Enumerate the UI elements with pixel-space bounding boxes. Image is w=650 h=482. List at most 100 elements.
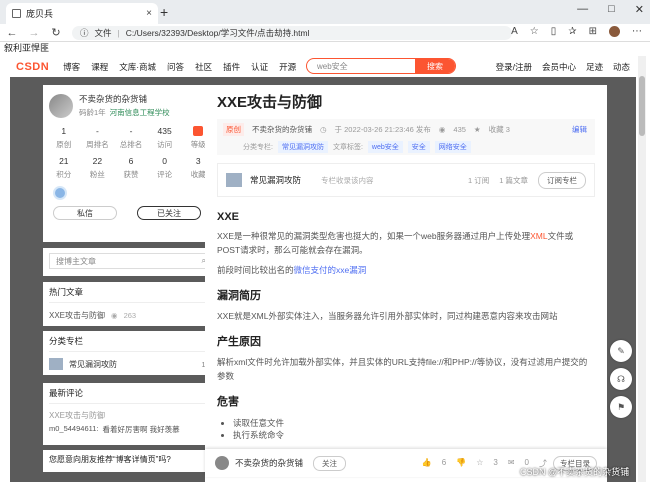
paragraph-text: 前段时间比较出名的 xyxy=(217,265,294,275)
bookmark-item[interactable]: 叙利亚悍匪 xyxy=(0,42,650,54)
bottom-author-name[interactable]: 不卖杂货的杂货铺 xyxy=(235,457,303,469)
nav-link[interactable]: 认证 xyxy=(251,61,268,73)
stat-value: - xyxy=(95,126,99,136)
user-nav: 登录/注册 会员中心 足迹 动态 xyxy=(496,61,630,73)
csdn-logo[interactable]: CSDN xyxy=(16,61,49,73)
section-heading: 危害 xyxy=(217,396,239,408)
dislike-icon[interactable]: 👎 xyxy=(456,458,466,469)
close-window-button[interactable]: ✕ xyxy=(635,3,644,16)
column-promo-name[interactable]: 常见漏洞攻防 xyxy=(250,174,301,186)
forward-arrow-icon[interactable]: → xyxy=(28,27,40,39)
private-message-button[interactable]: 私信 xyxy=(53,206,117,220)
history-link[interactable]: 足迹 xyxy=(586,61,603,73)
nav-link[interactable]: 插件 xyxy=(223,61,240,73)
stat-value: 21 xyxy=(59,156,69,166)
new-tab-button[interactable]: + xyxy=(160,4,168,20)
column-item[interactable]: 常见漏洞攻防 1篇 xyxy=(49,358,213,370)
article-tag[interactable]: 安全 xyxy=(407,141,430,153)
nav-link[interactable]: 博客 xyxy=(63,61,80,73)
paragraph: XXE就是XML外部实体注入，当服务器允许引用外部实体时，同过构建恶意内容来攻击… xyxy=(217,311,558,321)
maximize-button[interactable]: □ xyxy=(608,3,615,16)
site-search-input[interactable]: web安全 xyxy=(307,61,415,72)
more-menu-icon[interactable]: ⋯ xyxy=(632,26,642,37)
url-bar[interactable]: ⓘ 文件 | C:/Users/32393/Desktop/学习文件/点击劫持.… xyxy=(72,26,512,40)
star-icon[interactable]: ☆ xyxy=(476,458,483,469)
edit-icon[interactable]: ✎ xyxy=(610,340,632,362)
browser-tab[interactable]: 庞贝兵 × xyxy=(6,3,158,24)
read-aloud-icon[interactable]: A xyxy=(511,26,518,37)
comment-icon[interactable]: ✉ xyxy=(508,458,515,469)
like-count: 6 xyxy=(441,457,447,467)
page-scrollbar[interactable] xyxy=(638,56,646,482)
blog-search-input[interactable]: 搜博主文章 ⌕ xyxy=(49,253,213,269)
split-screen-icon[interactable]: ▯ xyxy=(551,26,557,37)
like-icon[interactable]: 👍 xyxy=(422,458,432,469)
profile-avatar-icon[interactable] xyxy=(609,26,620,37)
achievement-badge-icon[interactable] xyxy=(53,186,67,200)
collections-icon[interactable]: ⊞ xyxy=(589,26,597,37)
page-body: 不卖杂货的杂货铺 码龄1年 河南信息工程学校 1 原创 - 周排名 - 总排名 435… xyxy=(10,77,636,482)
author-stats: 1 原创 - 周排名 - 总排名 435 访问 等级 21 积分 22 粉丝 6 获赞 0 评论… xyxy=(43,126,219,180)
close-tab-icon[interactable]: × xyxy=(146,8,152,19)
column-link[interactable]: 常见漏洞攻防 xyxy=(69,359,117,370)
column-tag[interactable]: 常见漏洞攻防 xyxy=(277,141,328,153)
keyword-link[interactable]: XML xyxy=(530,231,547,241)
latest-comments-title: 最新评论 xyxy=(49,387,213,404)
stat-value: 6 xyxy=(128,156,134,166)
columns-title: 分类专栏 xyxy=(49,335,213,352)
section-heading: 漏洞简历 xyxy=(217,290,261,302)
info-icon: ⓘ xyxy=(80,28,89,38)
comment-article-link[interactable]: XXE攻击与防御 xyxy=(49,410,213,421)
author-avatar[interactable] xyxy=(215,456,229,470)
hot-article-link[interactable]: XXE攻击与防御 xyxy=(49,310,105,321)
subscribe-column-button[interactable]: 订阅专栏 xyxy=(538,171,586,189)
article-tag[interactable]: 网络安全 xyxy=(434,141,471,153)
article-tag[interactable]: web安全 xyxy=(367,141,403,153)
original-badge: 原创 xyxy=(223,123,244,136)
followed-button[interactable]: 已关注 xyxy=(137,206,201,220)
stat-label: 原创 xyxy=(56,140,72,149)
column-article-count: 1 篇文章 xyxy=(499,175,528,185)
login-link[interactable]: 登录/注册 xyxy=(496,61,532,73)
wechat-xxe-link[interactable]: 微信支付的xxe漏洞 xyxy=(294,265,367,275)
nav-link[interactable]: 开源 xyxy=(279,61,296,73)
section-heading: 产生原因 xyxy=(217,336,261,348)
nav-link[interactable]: 文库·商城 xyxy=(119,61,156,73)
nav-link[interactable]: 课程 xyxy=(91,61,108,73)
blog-search-card: 搜博主文章 ⌕ xyxy=(43,248,219,276)
author-avatar[interactable] xyxy=(49,93,73,118)
star-icon: ★ xyxy=(473,125,481,134)
vip-center-link[interactable]: 会员中心 xyxy=(542,61,576,73)
headset-icon[interactable]: ☊ xyxy=(610,368,632,390)
back-arrow-icon[interactable]: ← xyxy=(6,27,18,39)
minimize-button[interactable]: — xyxy=(577,3,588,16)
refresh-icon[interactable]: ↻ xyxy=(50,26,62,39)
hot-articles-title: 热门文章 xyxy=(49,286,213,303)
tab-title: 庞贝兵 xyxy=(26,9,54,19)
stat-label: 总排名 xyxy=(119,140,143,149)
stat-value: 1 xyxy=(61,126,67,136)
scrollbar-thumb[interactable] xyxy=(639,76,645,136)
browser-toolbar: A ☆ ▯ ✰ ⊞ ⋯ xyxy=(511,26,642,37)
edit-link[interactable]: 编辑 xyxy=(572,124,587,135)
floating-tools: ✎ ☊ ⚑ xyxy=(610,340,632,418)
favorite-star-icon[interactable]: ☆ xyxy=(530,26,539,37)
activity-link[interactable]: 动态 xyxy=(613,61,630,73)
eye-icon: ◉ xyxy=(111,311,118,320)
report-icon[interactable]: ⚑ xyxy=(610,396,632,418)
follow-button[interactable]: 关注 xyxy=(313,455,347,471)
hot-article-item[interactable]: XXE攻击与防御 ◉ 263 xyxy=(49,310,213,321)
nav-link[interactable]: 社区 xyxy=(195,61,212,73)
page-icon xyxy=(12,9,21,18)
search-button[interactable]: 搜索 xyxy=(415,59,455,73)
meta-author[interactable]: 不卖杂货的杂货铺 xyxy=(252,124,312,135)
latest-comments-card: 最新评论 XXE攻击与防御 m0_54494611: 看着好厉害啊 我好羡慕 xyxy=(43,383,219,445)
comment-user[interactable]: m0_54494611: xyxy=(49,424,99,435)
stat-label: 周排名 xyxy=(86,140,109,149)
stat-label: 获赞 xyxy=(123,170,139,179)
column-thumbnail xyxy=(49,358,63,370)
author-name[interactable]: 不卖杂货的杂货铺 xyxy=(79,93,170,105)
nav-link[interactable]: 问答 xyxy=(167,61,184,73)
favorites-icon[interactable]: ✰ xyxy=(568,26,576,37)
address-bar-row: ← → ↻ ⓘ 文件 | C:/Users/32393/Desktop/学习文件… xyxy=(0,24,650,42)
